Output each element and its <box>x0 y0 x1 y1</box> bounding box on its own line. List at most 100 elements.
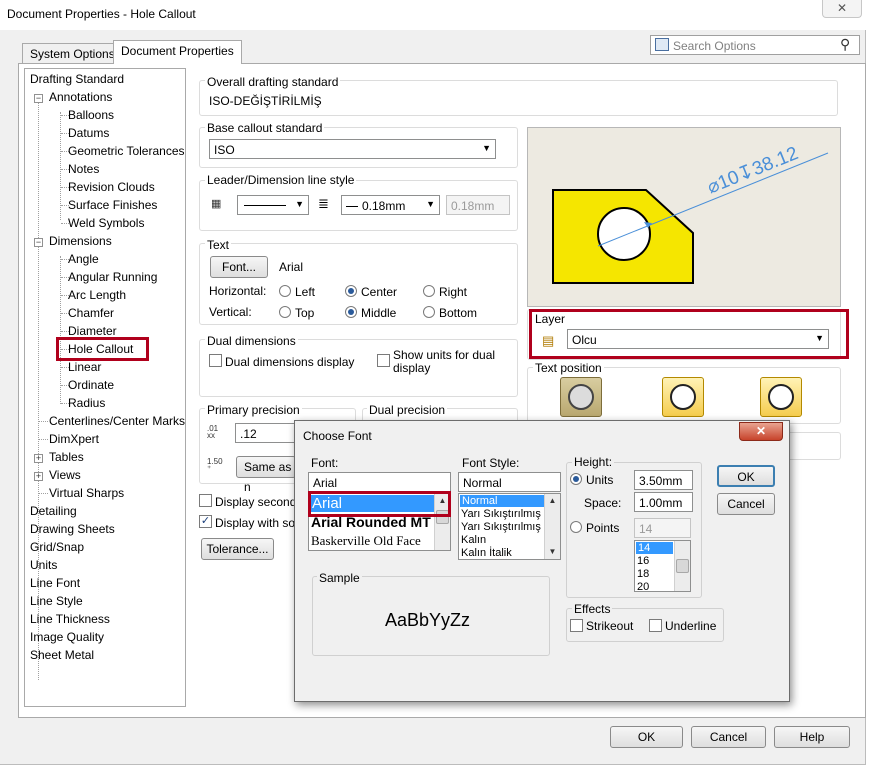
dual-dimensions-label: Dual dimensions <box>205 334 298 348</box>
display-with-checkbox[interactable]: ✓ <box>199 515 212 528</box>
hole-callout-highlight <box>56 337 149 361</box>
tree-item-diameter[interactable]: Diameter <box>68 324 117 338</box>
style-option-bold[interactable]: Kalın <box>461 534 486 546</box>
tree-item-angular-running[interactable]: Angular Running <box>68 270 157 284</box>
tolerance-button[interactable]: Tolerance... <box>201 538 274 560</box>
style-option-semi-condensed[interactable]: Yarı Sıkıştırılmış <box>461 508 541 520</box>
tree-item-virtual-sharps[interactable]: Virtual Sharps <box>49 486 124 500</box>
tree-item-drawing-sheets[interactable]: Drawing Sheets <box>30 522 115 536</box>
base-callout-select[interactable]: ISO ▼ <box>209 139 496 159</box>
tree-item-weld-symbols[interactable]: Weld Symbols <box>68 216 144 230</box>
horizontal-center-radio[interactable] <box>345 285 357 297</box>
position-broken-icon <box>670 384 696 410</box>
text-position-broken-button[interactable] <box>662 377 704 417</box>
text-position-inline-button[interactable] <box>560 377 602 417</box>
style-list-scrollbar[interactable]: ▲ ▼ <box>544 494 560 559</box>
horizontal-right-radio[interactable] <box>423 285 435 297</box>
ok-button[interactable]: OK <box>610 726 683 748</box>
help-button[interactable]: Help <box>774 726 850 748</box>
tree-item-arc-length[interactable]: Arc Length <box>68 288 126 302</box>
tree-item-dimensions[interactable]: Dimensions <box>49 234 112 248</box>
space-input[interactable]: 1.00mm <box>634 492 693 512</box>
precision-icon: .01 xx <box>207 424 219 440</box>
vertical-middle-radio[interactable] <box>345 306 357 318</box>
tree-item-notes[interactable]: Notes <box>68 162 99 176</box>
window-title: Document Properties - Hole Callout <box>7 7 196 21</box>
tree-item-tables[interactable]: Tables <box>49 450 84 464</box>
points-option-16[interactable]: 16 <box>637 555 649 567</box>
tree-item-line-style[interactable]: Line Style <box>30 594 83 608</box>
units-height-input[interactable]: 3.50mm <box>634 470 693 490</box>
collapse-dimensions-icon[interactable]: − <box>34 238 43 247</box>
tolerance-precision-icon: 1.50 ⁺ <box>207 457 223 473</box>
tree-item-datums[interactable]: Datums <box>68 126 109 140</box>
cancel-button[interactable]: Cancel <box>691 726 766 748</box>
points-option-18[interactable]: 18 <box>637 568 649 580</box>
expand-views-icon[interactable]: + <box>34 472 43 481</box>
tree-item-surface-finishes[interactable]: Surface Finishes <box>68 198 157 212</box>
line-thickness-icon: ≣ <box>318 196 329 211</box>
tree-item-dimxpert[interactable]: DimXpert <box>49 432 99 446</box>
tree-item-balloons[interactable]: Balloons <box>68 108 114 122</box>
tree-item-line-thickness[interactable]: Line Thickness <box>30 612 110 626</box>
tree-item-line-font[interactable]: Line Font <box>30 576 80 590</box>
tree-item-detailing[interactable]: Detailing <box>30 504 77 518</box>
tree-item-units[interactable]: Units <box>30 558 57 572</box>
search-options-input[interactable]: Search Options ⚲ <box>650 35 860 55</box>
points-option-20[interactable]: 20 <box>637 581 649 591</box>
points-radio[interactable] <box>570 521 582 533</box>
style-option-bold-italic[interactable]: Kalın İtalik <box>461 547 512 559</box>
tree-item-angle[interactable]: Angle <box>68 252 99 266</box>
custom-thickness-input[interactable]: 0.18mm <box>446 195 510 215</box>
close-window-button[interactable]: ✕ <box>822 0 862 18</box>
horizontal-left-radio[interactable] <box>279 285 291 297</box>
sample-label: Sample <box>317 571 362 585</box>
points-input[interactable]: 14 <box>634 518 691 538</box>
tab-document-properties[interactable]: Document Properties <box>113 40 242 64</box>
font-style-input[interactable]: Normal <box>458 472 561 492</box>
units-radio[interactable] <box>570 473 582 485</box>
text-position-above-button[interactable] <box>760 377 802 417</box>
tree-item-chamfer[interactable]: Chamfer <box>68 306 114 320</box>
dual-display-checkbox[interactable] <box>209 354 222 367</box>
tree-item-centerlines[interactable]: Centerlines/Center Marks <box>49 414 185 428</box>
points-list-scrollbar[interactable] <box>674 541 690 591</box>
tree-item-sheet-metal[interactable]: Sheet Metal <box>30 648 94 662</box>
style-option-normal[interactable]: Normal <box>460 495 544 507</box>
search-icon[interactable]: ⚲ <box>840 36 850 53</box>
font-style-label: Font Style: <box>462 456 520 470</box>
tree-item-linear[interactable]: Linear <box>68 360 101 374</box>
tree-item-radius[interactable]: Radius <box>68 396 105 410</box>
close-font-dialog-button[interactable]: ✕ <box>739 422 783 441</box>
display-second-checkbox[interactable] <box>199 494 212 507</box>
style-option-semi-condensed-2[interactable]: Yarı Sıkıştırılmış <box>461 521 541 533</box>
tree-item-annotations[interactable]: Annotations <box>49 90 112 104</box>
tab-system-options[interactable]: System Options <box>22 43 123 63</box>
tree-item-drafting-standard[interactable]: Drafting Standard <box>30 72 124 86</box>
vertical-bottom-radio[interactable] <box>423 306 435 318</box>
tree-item-image-quality[interactable]: Image Quality <box>30 630 104 644</box>
line-thickness-select[interactable]: 0.18mm ▼ <box>341 195 440 215</box>
tree-item-ordinate[interactable]: Ordinate <box>68 378 114 392</box>
tree-item-views[interactable]: Views <box>49 468 81 482</box>
tree-item-geometric-tolerances[interactable]: Geometric Tolerances <box>68 144 185 158</box>
font-button[interactable]: Font... <box>210 256 268 278</box>
show-units-checkbox[interactable] <box>377 354 390 367</box>
expand-tables-icon[interactable]: + <box>34 454 43 463</box>
strikeout-checkbox[interactable] <box>570 619 583 632</box>
underline-checkbox[interactable] <box>649 619 662 632</box>
collapse-annotations-icon[interactable]: − <box>34 94 43 103</box>
font-name-input[interactable]: Arial <box>308 472 451 492</box>
line-style-select[interactable]: ▼ <box>237 195 309 215</box>
close-icon: ✕ <box>755 424 767 438</box>
points-listbox[interactable]: 14 16 18 20 <box>634 540 691 592</box>
font-option-baskerville[interactable]: Baskerville Old Face <box>311 533 421 549</box>
vertical-top-radio[interactable] <box>279 306 291 318</box>
tree-item-grid-snap[interactable]: Grid/Snap <box>30 540 84 554</box>
same-as-nominal-button[interactable]: Same as n <box>236 456 296 494</box>
tree-item-revision-clouds[interactable]: Revision Clouds <box>68 180 155 194</box>
font-cancel-button[interactable]: Cancel <box>717 493 775 515</box>
font-ok-button[interactable]: OK <box>717 465 775 487</box>
points-option-14[interactable]: 14 <box>636 542 673 554</box>
font-style-listbox[interactable]: Normal Yarı Sıkıştırılmış Yarı Sıkıştırı… <box>458 493 561 560</box>
